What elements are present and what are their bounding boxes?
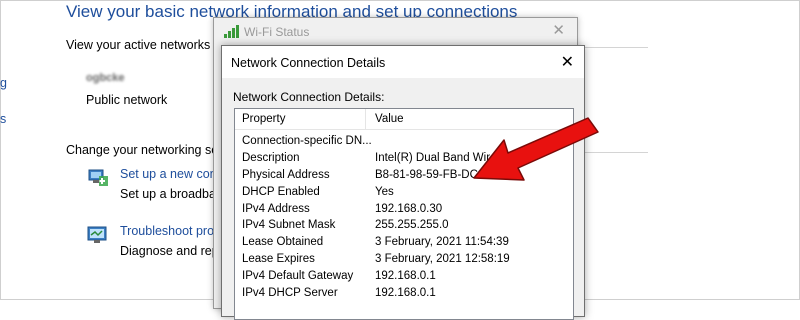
property-cell: Lease Expires xyxy=(242,253,315,266)
property-cell: IPv4 Subnet Mask xyxy=(242,219,336,232)
network-name: ogbcke xyxy=(86,72,125,84)
setup-connection-desc: Set up a broadbar xyxy=(120,187,221,201)
value-cell: 255.255.255.0 xyxy=(375,219,449,232)
list-item[interactable]: IPv4 Default Gateway 192.168.0.1 xyxy=(235,268,573,285)
value-cell: 3 February, 2021 12:58:19 xyxy=(375,253,510,266)
property-cell: IPv4 Address xyxy=(242,202,310,215)
list-item[interactable]: IPv4 Address 192.168.0.30 xyxy=(235,201,573,218)
close-icon[interactable]: ✕ xyxy=(561,52,574,72)
property-cell: IPv4 DHCP Server xyxy=(242,287,338,300)
list-item[interactable]: IPv4 Subnet Mask 255.255.255.0 xyxy=(235,217,573,234)
network-type: Public network xyxy=(86,93,168,107)
property-cell: Connection-specific DN... xyxy=(242,135,372,147)
value-cell: 3 February, 2021 11:54:39 xyxy=(375,236,509,249)
close-icon[interactable]: ✕ xyxy=(552,21,565,39)
left-nav-item[interactable]: s xyxy=(0,112,6,126)
setup-connection-link[interactable]: Set up a new con xyxy=(120,167,217,181)
troubleshoot-link[interactable]: Troubleshoot prob xyxy=(120,224,221,238)
value-cell: 192.168.0.30 xyxy=(375,202,443,215)
column-divider[interactable] xyxy=(365,109,366,129)
dialog-title: Network Connection Details xyxy=(231,56,386,70)
property-cell: IPv4 Default Gateway xyxy=(242,270,354,283)
title-bar: Network Connection Details ✕ xyxy=(222,46,584,78)
annotation-arrow-icon xyxy=(473,117,599,181)
property-cell: Lease Obtained xyxy=(242,236,324,249)
property-cell: Physical Address xyxy=(242,168,330,181)
window-title: Wi-Fi Status xyxy=(244,25,310,39)
value-cell: B8-81-98-59-FB-DC xyxy=(375,168,478,181)
value-cell: Yes xyxy=(375,185,394,198)
property-cell: Description xyxy=(242,151,300,164)
left-nav-item[interactable]: g xyxy=(0,76,7,90)
column-header-property[interactable]: Property xyxy=(242,113,285,125)
list-item[interactable]: Lease Expires 3 February, 2021 12:58:19 xyxy=(235,251,573,268)
column-header-value[interactable]: Value xyxy=(375,113,404,125)
active-networks-label: View your active networks xyxy=(66,38,211,52)
wifi-signal-icon xyxy=(224,25,239,38)
troubleshoot-desc: Diagnose and repa xyxy=(120,244,226,258)
troubleshoot-icon xyxy=(87,226,107,243)
list-item[interactable]: IPv4 DHCP Server 192.168.0.1 xyxy=(235,285,573,302)
network-setup-icon xyxy=(88,169,108,186)
property-cell: DHCP Enabled xyxy=(242,185,320,198)
value-cell: 192.168.0.1 xyxy=(375,287,436,300)
value-cell: 192.168.0.1 xyxy=(375,270,436,283)
details-label: Network Connection Details: xyxy=(233,90,385,104)
list-item[interactable]: Lease Obtained 3 February, 2021 11:54:39 xyxy=(235,234,573,251)
change-settings-label: Change your networking se xyxy=(66,143,219,157)
